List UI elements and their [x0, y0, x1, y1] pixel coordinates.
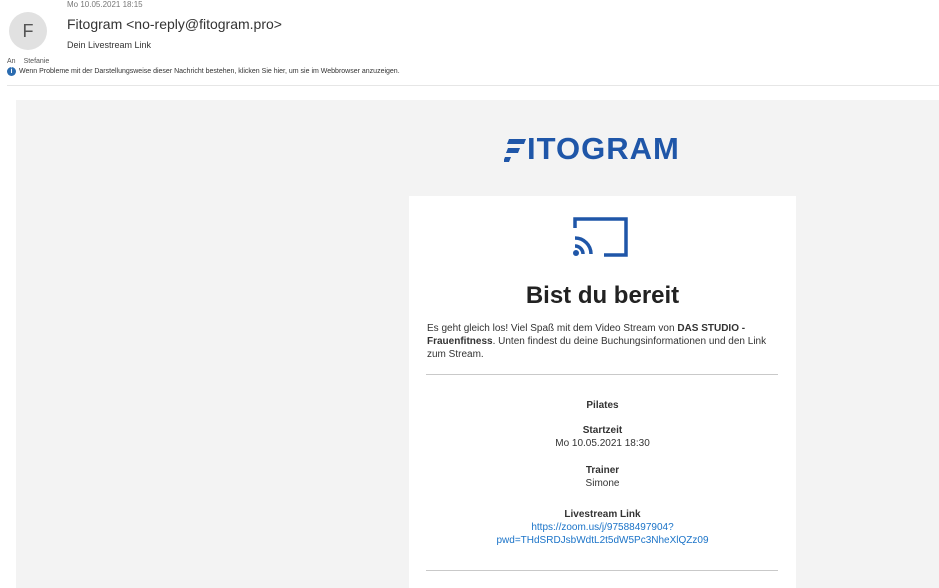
info-text[interactable]: Wenn Probleme mit der Darstellungsweise …: [19, 68, 400, 75]
info-bar[interactable]: i Wenn Probleme mit der Darstellungsweis…: [7, 67, 400, 76]
livestream-link-line1[interactable]: https://zoom.us/j/97588497904?: [531, 522, 673, 533]
class-name: Pilates: [586, 400, 619, 411]
trainer-label: Trainer: [585, 465, 620, 476]
email-header: F Mo 10.05.2021 18:15 Fitogram <no-reply…: [0, 0, 939, 90]
livestream-label: Livestream Link: [564, 509, 641, 520]
logo-text: ITOGRAM: [527, 131, 680, 166]
sender-avatar[interactable]: F: [9, 12, 47, 50]
start-value: Mo 10.05.2021 18:30: [555, 438, 650, 449]
recipient-name[interactable]: Stefanie: [24, 58, 50, 65]
divider-bottom: [426, 570, 778, 571]
livestream-link-line2[interactable]: pwd=THdSRDJsbWdtL2t5dW5Pc3NheXlQZz09: [496, 535, 708, 546]
start-label: Startzeit: [582, 425, 623, 436]
info-icon: i: [7, 67, 16, 76]
trainer-value: Simone: [585, 478, 620, 489]
recipient-row: An Stefanie: [7, 58, 49, 65]
livestream-link[interactable]: https://zoom.us/j/97588497904? pwd=THdSR…: [409, 521, 796, 547]
divider-top: [426, 374, 778, 375]
header-divider: [7, 85, 939, 86]
intro-text: Es geht gleich los! Viel Spaß mit dem Vi…: [427, 322, 777, 361]
fitogram-logo-mark-icon: [504, 139, 526, 162]
fitogram-logo: ITOGRAM: [504, 132, 680, 166]
intro-part1: Es geht gleich los! Viel Spaß mit dem Vi…: [427, 323, 678, 334]
email-title: Bist du bereit: [525, 282, 680, 309]
to-label: An: [7, 58, 16, 65]
email-subject: Dein Livestream Link: [67, 40, 152, 50]
sender-name[interactable]: Fitogram <no-reply@fitogram.pro>: [67, 16, 282, 32]
sent-date: Mo 10.05.2021 18:15: [67, 0, 143, 9]
email-card: Bist du bereit Es geht gleich los! Viel …: [409, 196, 796, 588]
cast-icon: [573, 217, 628, 257]
